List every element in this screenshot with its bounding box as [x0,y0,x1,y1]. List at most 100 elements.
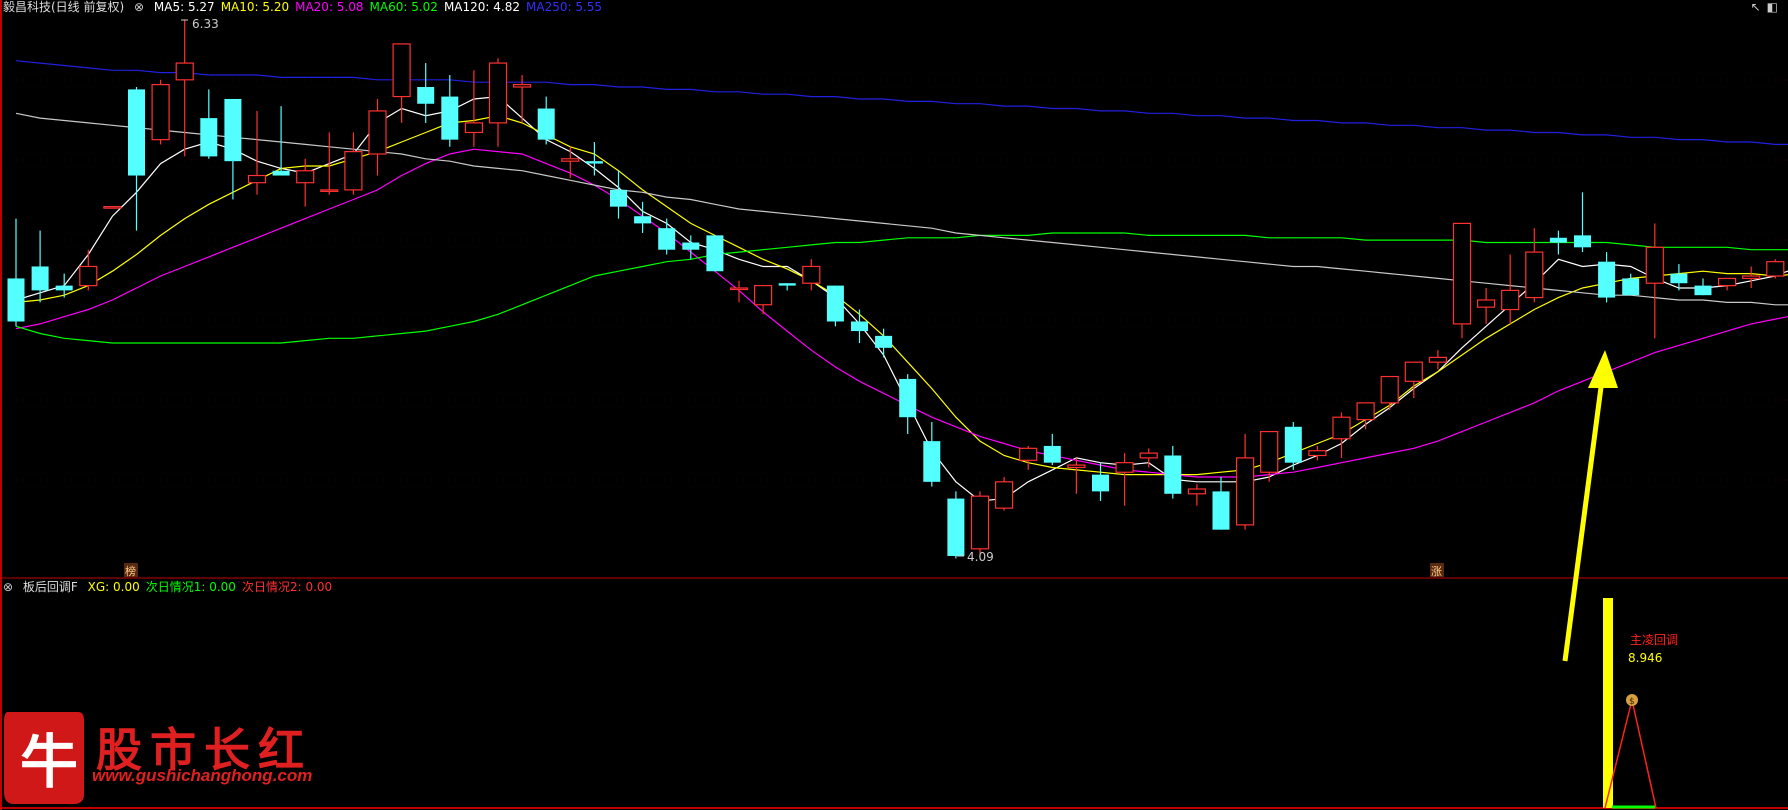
candle-body-51 [1235,457,1255,526]
candle-body-61 [1476,299,1496,308]
candle-body-33 [802,265,821,284]
money-bag-glyph: $ [1629,697,1635,707]
indicator-values: XG: 0.00 次日情况1: 0.00 次日情况2: 0.00 [88,580,339,594]
candle-body-72 [1742,275,1761,280]
candle-body-71 [1717,277,1737,287]
candle-body-23 [561,158,580,162]
candle-body-58 [1404,361,1423,382]
candle-body-38 [923,441,941,482]
indicator-toggle-icon[interactable]: ⊗ [3,580,13,594]
main-header: 毅昌科技(日线 前复权) ⊗ MA5: 5.27 MA10: 5.20 MA20: … [3,0,614,14]
ma-legend-3: MA60: 5.02 [369,0,438,14]
candle-body-19 [464,122,483,134]
candle-body-12 [296,170,315,184]
candle-body-50 [1212,491,1230,530]
candle-body-25 [610,189,627,207]
candle-body-60 [1452,222,1472,325]
candle-body-21 [512,84,532,88]
candle-body-15 [368,110,387,155]
candle-body-44 [1067,464,1086,469]
candle-body-11 [272,170,290,176]
candle-73 [1766,259,1785,279]
ma-toggle-icon[interactable]: ⊗ [134,0,144,14]
candle-60 [1452,222,1472,339]
indicator-value-0: XG: 0.00 [87,580,140,594]
candle-40 [970,491,990,554]
candle-body-65 [1574,235,1591,248]
expand-icon[interactable]: ↖ [1751,0,1761,14]
candle-body-30 [729,287,749,291]
ma-legend-1: MA10: 5.20 [220,0,290,14]
candle-body-52 [1260,430,1279,473]
candle-body-13 [320,189,339,192]
candle-body-39 [947,498,965,556]
candle-body-16 [392,43,411,98]
candle-body-2 [55,285,73,291]
candle-body-36 [875,335,893,348]
ma-legend-2: MA20: 5.08 [295,0,364,14]
candle-body-20 [488,62,508,124]
candle-6 [151,79,170,145]
candle-body-6 [151,84,170,141]
annotation-value: 8.946 [1628,651,1662,665]
candle-body-46 [1115,462,1134,473]
candle-body-26 [634,216,652,224]
candle-body-10 [247,174,267,184]
candle-4 [103,206,122,209]
candle-body-22 [537,108,555,140]
candle-body-45 [1092,474,1109,492]
candle-body-53 [1284,426,1302,463]
candle-body-48 [1164,455,1182,494]
candle-body-18 [441,96,459,140]
candle-body-55 [1332,416,1351,440]
annotation-label: 主凌回调 [1630,633,1678,647]
candle-29 [706,235,724,272]
ma-legend-4: MA120: 4.82 [443,0,520,14]
window-controls[interactable]: ↖ ◧ [1751,0,1784,14]
stock-title: 毅昌科技(日线 前复权) [3,0,125,14]
candle-41 [994,477,1014,511]
high-price-label: 6.33 [192,17,219,31]
ma-legend: MA5: 5.27 MA10: 5.20 MA20: 5.08 MA60: 5.02 M… [154,0,608,14]
candle-body-62 [1501,289,1520,311]
candle-body-32 [778,283,796,286]
ma-legend-5: MA250: 5.55 [526,0,603,14]
candle-body-54 [1308,450,1327,457]
candle-body-66 [1598,261,1616,298]
chart-canvas[interactable]: 6.33 4.09 榜 涨 $ 主凌回调 8.946 [0,0,1788,810]
candle-34 [826,285,844,327]
candle-body-70 [1694,285,1712,296]
candle-body-7 [175,62,194,81]
candle-body-67 [1622,278,1640,296]
candle-body-59 [1428,356,1448,363]
candle-body-63 [1525,251,1544,299]
indicator-value-1: 次日情况1: 0.00 [145,580,236,594]
xg-signal-bar [1603,598,1613,808]
candle-body-41 [994,481,1014,509]
candle-body-47 [1139,452,1158,459]
candle-body-49 [1187,488,1207,495]
indicator-name: 板后回调F [22,580,78,594]
indicator-header: ⊗ 板后回调F XG: 0.00 次日情况1: 0.00 次日情况2: 0.00 [3,580,344,594]
marker-left: 榜 [125,564,136,578]
candle-body-40 [970,495,990,550]
logo-char: 牛 [20,728,78,796]
candle-body-0 [7,278,25,322]
candle-body-5 [128,89,145,176]
candle-body-17 [417,87,435,104]
candle-body-31 [753,285,773,306]
candle-body-4 [103,206,122,209]
candle-body-34 [826,285,844,322]
candle-body-29 [706,235,724,272]
candle-body-24 [585,161,603,164]
candle-body-3 [79,265,98,287]
indicator-value-2: 次日情况2: 0.00 [241,580,333,594]
candle-body-64 [1549,237,1567,243]
candle-body-37 [899,378,917,418]
candle-body-28 [682,242,700,250]
candle-body-68 [1645,246,1664,284]
restore-icon[interactable]: ◧ [1767,0,1778,14]
marker-right: 涨 [1431,565,1442,578]
candle-body-27 [658,228,676,250]
candle-body-8 [200,118,218,157]
